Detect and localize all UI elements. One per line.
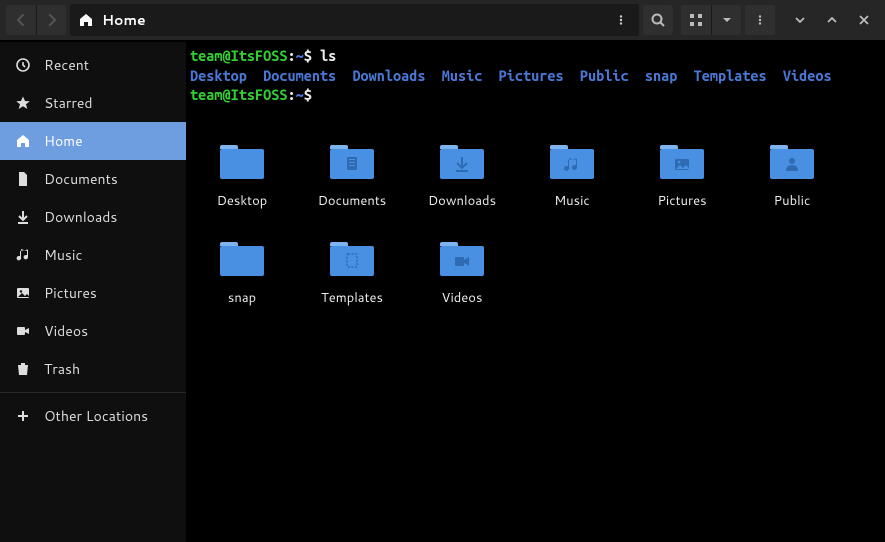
folder-grid[interactable]: Desktop Documents Downloads Music Pictures Pu… — [186, 113, 885, 542]
folder-label: Pictures — [657, 192, 706, 210]
minimize-button[interactable] — [785, 5, 815, 35]
hamburger-menu-button[interactable] — [745, 5, 775, 35]
folder-label: Templates — [321, 289, 383, 307]
sidebar-item-recent[interactable]: Recent — [0, 46, 186, 84]
video-icon — [14, 323, 32, 339]
view-dropdown-button[interactable] — [711, 5, 741, 35]
sidebar-item-home[interactable]: Home — [0, 122, 186, 160]
back-button[interactable] — [6, 5, 36, 35]
sidebar-item-label: Documents — [44, 169, 118, 189]
path-bar[interactable]: Home — [70, 4, 639, 36]
sidebar: Recent Starred Home Documents Downloads Music… — [0, 42, 186, 542]
sidebar-item-label: Downloads — [44, 207, 117, 227]
folder-item-templates[interactable]: Templates — [312, 238, 392, 307]
content-area: Recent Starred Home Documents Downloads Music… — [0, 42, 885, 542]
folder-label: Desktop — [217, 192, 268, 210]
folder-item-videos[interactable]: Videos — [422, 238, 502, 307]
document-icon — [14, 171, 32, 187]
nav-group — [6, 5, 66, 35]
sidebar-item-label: Music — [44, 245, 82, 265]
sidebar-item-other-locations[interactable]: Other Locations — [0, 397, 186, 435]
sidebar-item-pictures[interactable]: Pictures — [0, 274, 186, 312]
folder-icon — [328, 238, 376, 283]
folder-icon — [328, 141, 376, 186]
toolbar: Home — [0, 0, 885, 42]
home-icon — [14, 133, 32, 149]
plus-icon — [14, 408, 32, 424]
clock-icon — [14, 57, 32, 73]
folder-icon — [218, 238, 266, 283]
folder-icon — [658, 141, 706, 186]
folder-label: Music — [554, 192, 590, 210]
sidebar-item-starred[interactable]: Starred — [0, 84, 186, 122]
sidebar-item-music[interactable]: Music — [0, 236, 186, 274]
folder-label: Public — [774, 192, 811, 210]
folder-icon — [438, 238, 486, 283]
sidebar-item-trash[interactable]: Trash — [0, 350, 186, 388]
close-button[interactable] — [849, 5, 879, 35]
main-panel: team@ItsFOSS:~$ ls Desktop Documents Dow… — [186, 42, 885, 542]
folder-label: snap — [228, 289, 256, 307]
folder-label: Videos — [442, 289, 483, 307]
sidebar-item-documents[interactable]: Documents — [0, 160, 186, 198]
path-menu-button[interactable] — [611, 10, 631, 30]
sidebar-item-videos[interactable]: Videos — [0, 312, 186, 350]
download-icon — [14, 209, 32, 225]
folder-icon — [218, 141, 266, 186]
folder-icon — [548, 141, 596, 186]
sidebar-item-label: Home — [44, 131, 83, 151]
folder-item-downloads[interactable]: Downloads — [422, 141, 502, 210]
view-switcher — [681, 5, 741, 35]
forward-button[interactable] — [36, 5, 66, 35]
folder-item-pictures[interactable]: Pictures — [642, 141, 722, 210]
location-label: Home — [102, 10, 146, 30]
folder-label: Documents — [318, 192, 387, 210]
sidebar-item-label: Starred — [44, 93, 93, 113]
search-button[interactable] — [643, 5, 673, 35]
home-icon — [78, 12, 94, 28]
sidebar-separator — [0, 392, 186, 393]
window-controls — [785, 5, 879, 35]
maximize-button[interactable] — [817, 5, 847, 35]
sidebar-item-label: Videos — [44, 321, 88, 341]
folder-item-public[interactable]: Public — [752, 141, 832, 210]
icon-view-button[interactable] — [681, 5, 711, 35]
sidebar-item-label: Pictures — [44, 283, 97, 303]
folder-icon — [438, 141, 486, 186]
folder-icon — [768, 141, 816, 186]
folder-item-music[interactable]: Music — [532, 141, 612, 210]
folder-item-documents[interactable]: Documents — [312, 141, 392, 210]
folder-item-snap[interactable]: snap — [202, 238, 282, 307]
folder-item-desktop[interactable]: Desktop — [202, 141, 282, 210]
trash-icon — [14, 361, 32, 377]
sidebar-item-label: Other Locations — [44, 406, 148, 426]
music-icon — [14, 247, 32, 263]
sidebar-item-label: Recent — [44, 55, 89, 75]
sidebar-item-downloads[interactable]: Downloads — [0, 198, 186, 236]
folder-label: Downloads — [428, 192, 496, 210]
star-icon — [14, 95, 32, 111]
terminal-panel[interactable]: team@ItsFOSS:~$ ls Desktop Documents Dow… — [186, 42, 885, 113]
sidebar-item-label: Trash — [44, 359, 80, 379]
picture-icon — [14, 285, 32, 301]
